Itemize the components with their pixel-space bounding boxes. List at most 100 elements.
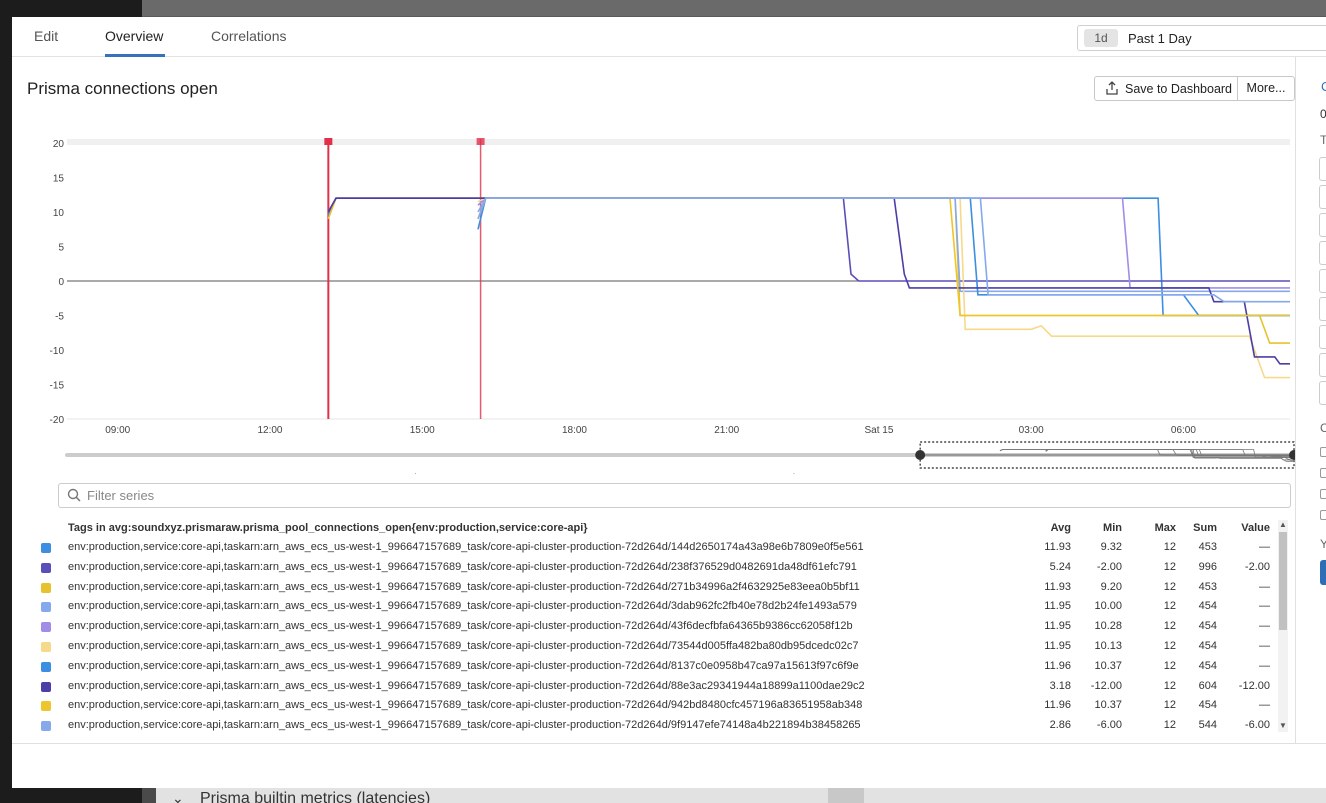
series-row[interactable]: env:production,service:core-api,taskarn:… — [36, 657, 1276, 677]
series-min: 9.32 — [1100, 541, 1122, 553]
series-tags: env:production,service:core-api,taskarn:… — [68, 719, 861, 732]
series-line[interactable] — [477, 197, 1290, 317]
y-tick-label: 20 — [53, 139, 65, 150]
right-panel-checkbox[interactable] — [1320, 468, 1326, 478]
series-min: -6.00 — [1096, 719, 1122, 732]
col-avg[interactable]: Avg — [1031, 522, 1071, 534]
y-tick-label: 10 — [53, 208, 65, 219]
series-row[interactable]: env:production,service:core-api,taskarn:… — [36, 677, 1276, 697]
col-sum[interactable]: Sum — [1177, 522, 1217, 534]
filter-series-field[interactable] — [58, 483, 1291, 508]
series-min: -2.00 — [1096, 560, 1122, 573]
series-avg: 11.96 — [1044, 659, 1071, 672]
series-row[interactable]: env:production,service:core-api,taskarn:… — [36, 578, 1276, 598]
overview-tick-label: 12:00 — [597, 473, 622, 474]
chevron-down-icon: ⌄ — [172, 790, 184, 803]
export-icon — [1106, 81, 1118, 95]
x-tick-label: 09:00 — [105, 425, 130, 436]
x-tick-label: 03:00 — [1019, 425, 1044, 436]
timeseries-chart[interactable]: 20 15 10 5 0 -5 -10 -15 -20 09:00 12:00 15:00 18:00… — [12, 112, 1296, 474]
series-tags: env:production,service:core-api,taskarn:… — [68, 659, 859, 672]
series-max: 12 — [1163, 719, 1176, 732]
series-min: 10.37 — [1094, 659, 1122, 672]
series-row[interactable]: env:production,service:core-api,taskarn:… — [36, 637, 1276, 657]
series-line[interactable] — [327, 197, 1290, 317]
right-panel-checkbox[interactable] — [1320, 447, 1326, 457]
right-panel-divider — [1295, 57, 1296, 743]
overview-tick-label: 12:00 — [225, 473, 250, 474]
series-row[interactable]: env:production,service:core-api,taskarn:… — [36, 538, 1276, 558]
series-line[interactable] — [327, 197, 1290, 282]
right-panel-field[interactable] — [1319, 325, 1326, 349]
right-panel-field[interactable] — [1319, 353, 1326, 377]
event-marker-flag[interactable] — [324, 138, 333, 145]
overview-handle-left[interactable] — [915, 450, 926, 460]
series-color-swatch — [41, 582, 51, 593]
series-tags: env:production,service:core-api,taskarn:… — [68, 679, 865, 692]
series-line[interactable] — [327, 197, 1290, 344]
series-tags: env:production,service:core-api,taskarn:… — [68, 560, 857, 573]
x-tick-label: 21:00 — [714, 425, 739, 436]
series-line[interactable] — [477, 197, 1290, 303]
query-header: Tags in avg:soundxyz.prismaraw.prisma_po… — [68, 522, 588, 534]
tab-overview[interactable]: Overview — [105, 28, 163, 44]
series-tags: env:production,service:core-api,taskarn:… — [68, 640, 859, 652]
background-header — [142, 0, 1326, 16]
series-value: — — [1259, 541, 1270, 553]
right-panel-field[interactable] — [1319, 381, 1326, 405]
series-min: 10.37 — [1094, 699, 1122, 712]
table-scrollbar-thumb[interactable] — [1279, 532, 1287, 630]
time-range-picker[interactable]: 1d Past 1 Day — [1077, 25, 1326, 51]
modal-tabs: Edit Overview Correlations 1d Past 1 Day — [12, 17, 1326, 57]
series-row[interactable]: env:production,service:core-api,taskarn:… — [36, 617, 1276, 637]
right-panel-heading[interactable]: C — [1321, 79, 1326, 94]
series-avg: 11.95 — [1044, 640, 1071, 652]
right-panel-field[interactable] — [1319, 297, 1326, 321]
series-row[interactable]: env:production,service:core-api,taskarn:… — [36, 696, 1276, 716]
series-table: Tags in avg:soundxyz.prismaraw.prisma_po… — [36, 520, 1276, 732]
right-panel-field[interactable] — [1319, 213, 1326, 237]
series-min: 9.20 — [1100, 580, 1122, 593]
series-color-swatch — [41, 562, 51, 573]
series-row[interactable]: env:production,service:core-api,taskarn:… — [36, 716, 1276, 732]
right-panel-field[interactable] — [1319, 269, 1326, 293]
tab-correlations[interactable]: Correlations — [211, 28, 286, 44]
right-panel-field[interactable] — [1319, 157, 1326, 181]
save-to-dashboard-button[interactable]: Save to Dashboard — [1094, 76, 1238, 101]
more-button[interactable]: More... — [1237, 76, 1295, 101]
series-sum: 453 — [1198, 580, 1217, 593]
right-panel-value: 0 — [1320, 107, 1326, 121]
right-panel-checkbox[interactable] — [1320, 489, 1326, 499]
background-section-title: Prisma builtin metrics (latencies) — [200, 790, 431, 803]
active-tab-indicator — [105, 54, 165, 57]
time-range-badge: 1d — [1084, 29, 1118, 47]
event-marker-flag[interactable] — [476, 138, 485, 145]
right-panel-field[interactable] — [1319, 241, 1326, 265]
x-tick-label: 15:00 — [410, 425, 435, 436]
x-tick-label: 06:00 — [1171, 425, 1196, 436]
series-sum: 996 — [1198, 560, 1217, 573]
series-line[interactable] — [477, 197, 1290, 289]
scroll-down-icon[interactable]: ▼ — [1278, 721, 1288, 730]
col-max[interactable]: Max — [1136, 522, 1176, 534]
y-tick-label: 15 — [53, 174, 65, 185]
right-panel-primary-button[interactable] — [1320, 560, 1326, 585]
col-value[interactable]: Value — [1230, 522, 1270, 534]
series-line[interactable] — [477, 197, 1290, 293]
overview-tick-label: Fri 14 — [783, 473, 809, 474]
series-avg: 11.93 — [1044, 580, 1071, 593]
y-tick-label: -20 — [50, 415, 65, 426]
col-min[interactable]: Min — [1082, 522, 1122, 534]
series-min: 10.00 — [1094, 600, 1122, 613]
tab-edit[interactable]: Edit — [34, 28, 58, 44]
series-row[interactable]: env:production,service:core-api,taskarn:… — [36, 558, 1276, 578]
series-table-header: Tags in avg:soundxyz.prismaraw.prisma_po… — [36, 520, 1276, 536]
series-row[interactable]: env:production,service:core-api,taskarn:… — [36, 597, 1276, 617]
filter-series-input[interactable] — [87, 487, 1277, 504]
right-panel-checkbox[interactable] — [1320, 510, 1326, 520]
scroll-up-icon[interactable]: ▲ — [1278, 520, 1288, 529]
series-avg: 11.95 — [1044, 600, 1071, 613]
series-color-swatch — [41, 543, 51, 553]
right-panel-field[interactable] — [1319, 185, 1326, 209]
series-line[interactable] — [477, 197, 1290, 317]
